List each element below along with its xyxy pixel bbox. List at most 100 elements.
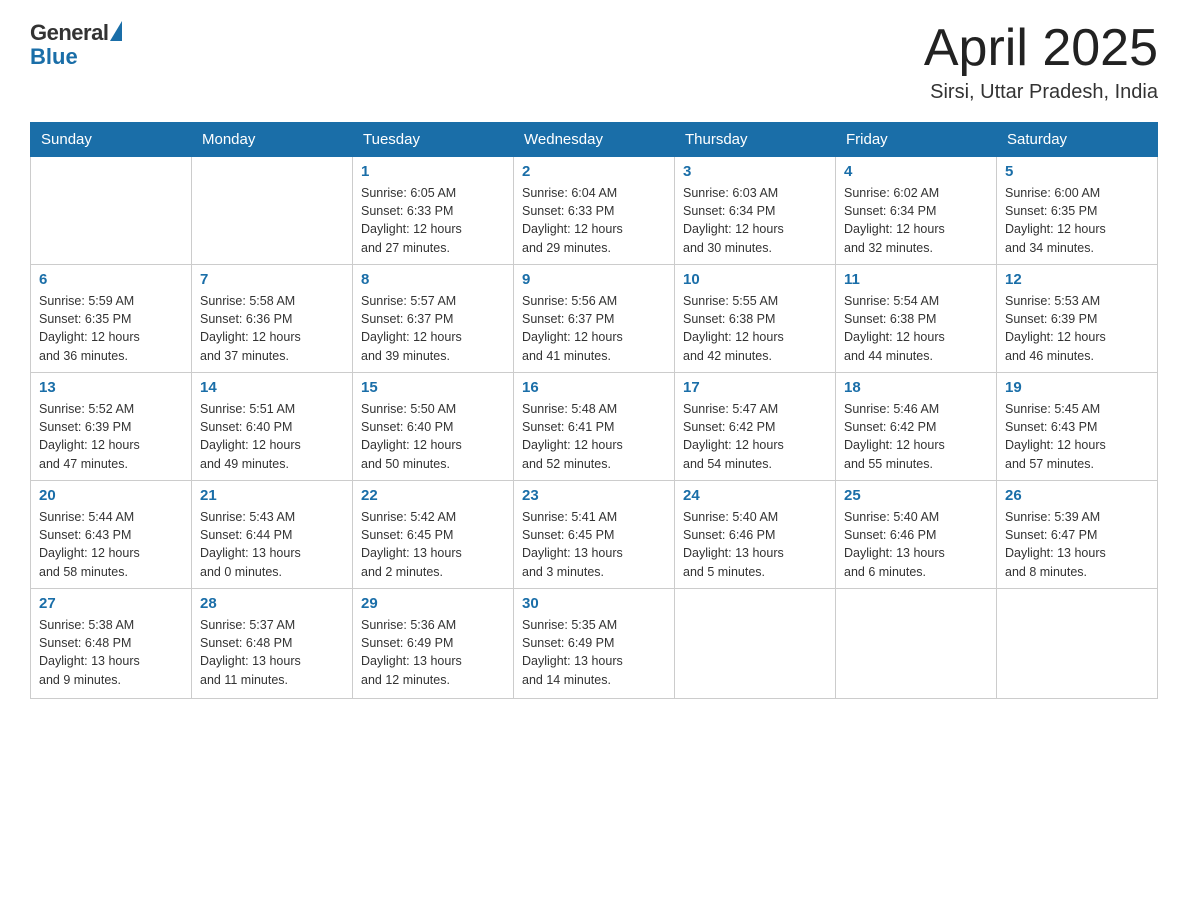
calendar-cell: 4 Sunrise: 6:02 AM Sunset: 6:34 PM Daylig… [836, 157, 997, 265]
calendar-cell: 6 Sunrise: 5:59 AM Sunset: 6:35 PM Daylig… [31, 265, 192, 373]
day-header-wednesday: Wednesday [514, 123, 675, 157]
calendar-header-row: SundayMondayTuesdayWednesdayThursdayFrid… [31, 123, 1158, 157]
day-number: 6 [39, 271, 183, 288]
calendar-cell: 20 Sunrise: 5:44 AM Sunset: 6:43 PM Dayli… [31, 481, 192, 589]
day-number: 1 [361, 163, 505, 180]
day-info: Sunrise: 5:58 AM Sunset: 6:36 PM Dayligh… [200, 292, 344, 365]
calendar-cell: 9 Sunrise: 5:56 AM Sunset: 6:37 PM Daylig… [514, 265, 675, 373]
calendar-cell: 1 Sunrise: 6:05 AM Sunset: 6:33 PM Daylig… [353, 157, 514, 265]
day-info: Sunrise: 5:40 AM Sunset: 6:46 PM Dayligh… [844, 508, 988, 581]
day-info: Sunrise: 5:44 AM Sunset: 6:43 PM Dayligh… [39, 508, 183, 581]
day-number: 14 [200, 379, 344, 396]
day-info: Sunrise: 5:47 AM Sunset: 6:42 PM Dayligh… [683, 400, 827, 473]
day-header-tuesday: Tuesday [353, 123, 514, 157]
day-info: Sunrise: 5:55 AM Sunset: 6:38 PM Dayligh… [683, 292, 827, 365]
calendar-cell [675, 589, 836, 699]
day-number: 26 [1005, 487, 1149, 504]
day-number: 12 [1005, 271, 1149, 288]
day-number: 8 [361, 271, 505, 288]
logo: General Blue [30, 20, 122, 70]
day-number: 3 [683, 163, 827, 180]
day-info: Sunrise: 5:35 AM Sunset: 6:49 PM Dayligh… [522, 616, 666, 689]
day-number: 28 [200, 595, 344, 612]
day-info: Sunrise: 5:52 AM Sunset: 6:39 PM Dayligh… [39, 400, 183, 473]
day-info: Sunrise: 5:45 AM Sunset: 6:43 PM Dayligh… [1005, 400, 1149, 473]
day-info: Sunrise: 6:04 AM Sunset: 6:33 PM Dayligh… [522, 184, 666, 257]
calendar-cell: 5 Sunrise: 6:00 AM Sunset: 6:35 PM Daylig… [997, 157, 1158, 265]
calendar-week-1: 1 Sunrise: 6:05 AM Sunset: 6:33 PM Daylig… [31, 157, 1158, 265]
calendar-week-2: 6 Sunrise: 5:59 AM Sunset: 6:35 PM Daylig… [31, 265, 1158, 373]
page-header: General Blue April 2025 Sirsi, Uttar Pra… [30, 20, 1158, 104]
calendar-cell [192, 157, 353, 265]
calendar-cell: 26 Sunrise: 5:39 AM Sunset: 6:47 PM Dayli… [997, 481, 1158, 589]
day-header-saturday: Saturday [997, 123, 1158, 157]
calendar-cell: 25 Sunrise: 5:40 AM Sunset: 6:46 PM Dayli… [836, 481, 997, 589]
day-number: 29 [361, 595, 505, 612]
calendar-cell: 28 Sunrise: 5:37 AM Sunset: 6:48 PM Dayli… [192, 589, 353, 699]
logo-general-text: General [30, 20, 108, 46]
logo-triangle-icon [110, 21, 122, 41]
calendar-cell: 23 Sunrise: 5:41 AM Sunset: 6:45 PM Dayli… [514, 481, 675, 589]
day-number: 16 [522, 379, 666, 396]
day-number: 18 [844, 379, 988, 396]
day-info: Sunrise: 5:56 AM Sunset: 6:37 PM Dayligh… [522, 292, 666, 365]
day-info: Sunrise: 5:37 AM Sunset: 6:48 PM Dayligh… [200, 616, 344, 689]
calendar-cell: 29Sunrise: 5:36 AM Sunset: 6:49 PM Dayli… [353, 589, 514, 699]
day-info: Sunrise: 6:00 AM Sunset: 6:35 PM Dayligh… [1005, 184, 1149, 257]
calendar-cell: 3 Sunrise: 6:03 AM Sunset: 6:34 PM Daylig… [675, 157, 836, 265]
day-info: Sunrise: 5:40 AM Sunset: 6:46 PM Dayligh… [683, 508, 827, 581]
calendar-cell: 18 Sunrise: 5:46 AM Sunset: 6:42 PM Dayli… [836, 373, 997, 481]
day-info: Sunrise: 5:43 AM Sunset: 6:44 PM Dayligh… [200, 508, 344, 581]
day-info: Sunrise: 5:57 AM Sunset: 6:37 PM Dayligh… [361, 292, 505, 365]
calendar-cell: 12 Sunrise: 5:53 AM Sunset: 6:39 PM Dayli… [997, 265, 1158, 373]
day-number: 20 [39, 487, 183, 504]
day-info: Sunrise: 5:38 AM Sunset: 6:48 PM Dayligh… [39, 616, 183, 689]
calendar-cell: 16 Sunrise: 5:48 AM Sunset: 6:41 PM Dayli… [514, 373, 675, 481]
day-number: 9 [522, 271, 666, 288]
calendar-cell: 22 Sunrise: 5:42 AM Sunset: 6:45 PM Dayli… [353, 481, 514, 589]
calendar-week-5: 27 Sunrise: 5:38 AM Sunset: 6:48 PM Dayli… [31, 589, 1158, 699]
day-number: 7 [200, 271, 344, 288]
day-info: Sunrise: 5:53 AM Sunset: 6:39 PM Dayligh… [1005, 292, 1149, 365]
day-info: Sunrise: 5:48 AM Sunset: 6:41 PM Dayligh… [522, 400, 666, 473]
calendar-cell: 15 Sunrise: 5:50 AM Sunset: 6:40 PM Dayli… [353, 373, 514, 481]
day-info: Sunrise: 5:59 AM Sunset: 6:35 PM Dayligh… [39, 292, 183, 365]
day-number: 19 [1005, 379, 1149, 396]
day-number: 4 [844, 163, 988, 180]
day-info: Sunrise: 6:05 AM Sunset: 6:33 PM Dayligh… [361, 184, 505, 257]
day-info: Sunrise: 5:54 AM Sunset: 6:38 PM Dayligh… [844, 292, 988, 365]
day-number: 11 [844, 271, 988, 288]
calendar-cell: 10 Sunrise: 5:55 AM Sunset: 6:38 PM Dayli… [675, 265, 836, 373]
day-info: Sunrise: 5:42 AM Sunset: 6:45 PM Dayligh… [361, 508, 505, 581]
day-number: 13 [39, 379, 183, 396]
day-number: 10 [683, 271, 827, 288]
day-header-friday: Friday [836, 123, 997, 157]
logo-blue-text: Blue [30, 44, 78, 70]
day-info: Sunrise: 6:02 AM Sunset: 6:34 PM Dayligh… [844, 184, 988, 257]
day-number: 5 [1005, 163, 1149, 180]
calendar-cell [31, 157, 192, 265]
day-number: 21 [200, 487, 344, 504]
day-header-sunday: Sunday [31, 123, 192, 157]
day-number: 25 [844, 487, 988, 504]
calendar-cell: 21 Sunrise: 5:43 AM Sunset: 6:44 PM Dayli… [192, 481, 353, 589]
day-info: Sunrise: 5:46 AM Sunset: 6:42 PM Dayligh… [844, 400, 988, 473]
title-section: April 2025 Sirsi, Uttar Pradesh, India [924, 20, 1158, 104]
calendar-cell: 17 Sunrise: 5:47 AM Sunset: 6:42 PM Dayli… [675, 373, 836, 481]
day-number: 17 [683, 379, 827, 396]
calendar-cell: 30 Sunrise: 5:35 AM Sunset: 6:49 PM Dayli… [514, 589, 675, 699]
day-info: Sunrise: 5:39 AM Sunset: 6:47 PM Dayligh… [1005, 508, 1149, 581]
day-info: Sunrise: 6:03 AM Sunset: 6:34 PM Dayligh… [683, 184, 827, 257]
calendar-week-3: 13 Sunrise: 5:52 AM Sunset: 6:39 PM Dayli… [31, 373, 1158, 481]
day-number: 27 [39, 595, 183, 612]
subtitle: Sirsi, Uttar Pradesh, India [924, 81, 1158, 104]
day-info: Sunrise: 5:50 AM Sunset: 6:40 PM Dayligh… [361, 400, 505, 473]
calendar-cell [836, 589, 997, 699]
day-number: 15 [361, 379, 505, 396]
calendar-cell: 11 Sunrise: 5:54 AM Sunset: 6:38 PM Dayli… [836, 265, 997, 373]
day-number: 22 [361, 487, 505, 504]
day-info: Sunrise: 5:41 AM Sunset: 6:45 PM Dayligh… [522, 508, 666, 581]
day-number: 30 [522, 595, 666, 612]
day-number: 23 [522, 487, 666, 504]
day-number: 2 [522, 163, 666, 180]
